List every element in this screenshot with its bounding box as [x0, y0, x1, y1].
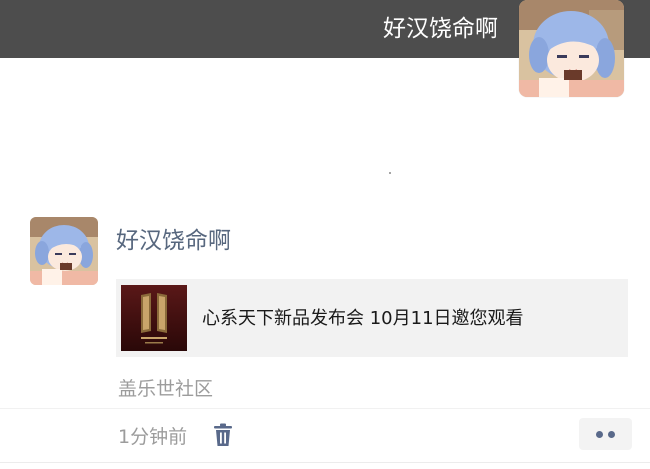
- post-author-avatar[interactable]: [30, 217, 98, 285]
- more-dot: [596, 431, 603, 438]
- divider: [0, 462, 650, 463]
- more-dot: [608, 431, 615, 438]
- more-dots-icon[interactable]: [579, 418, 632, 450]
- divider-dot: [389, 172, 391, 174]
- moments-page: 好汉饶命啊 好汉饶命啊 心系天下新品发布会 10月11日邀您观看 盖乐世社区 1…: [0, 0, 650, 469]
- link-thumbnail: [121, 285, 187, 351]
- shared-link-card[interactable]: 心系天下新品发布会 10月11日邀您观看: [116, 279, 628, 357]
- anime-avatar-icon: [519, 0, 624, 97]
- post-source[interactable]: 盖乐世社区: [118, 376, 213, 402]
- post-time: 1分钟前: [118, 426, 188, 448]
- trash-icon[interactable]: [212, 423, 234, 447]
- post-author-name[interactable]: 好汉饶命啊: [116, 225, 231, 257]
- header-username: 好汉饶命啊: [383, 16, 498, 42]
- link-title: 心系天下新品发布会 10月11日邀您观看: [202, 308, 524, 329]
- divider: [0, 408, 650, 409]
- anime-avatar-icon: [30, 217, 98, 285]
- product-launch-thumbnail-icon: [121, 285, 187, 351]
- profile-avatar[interactable]: [519, 0, 624, 97]
